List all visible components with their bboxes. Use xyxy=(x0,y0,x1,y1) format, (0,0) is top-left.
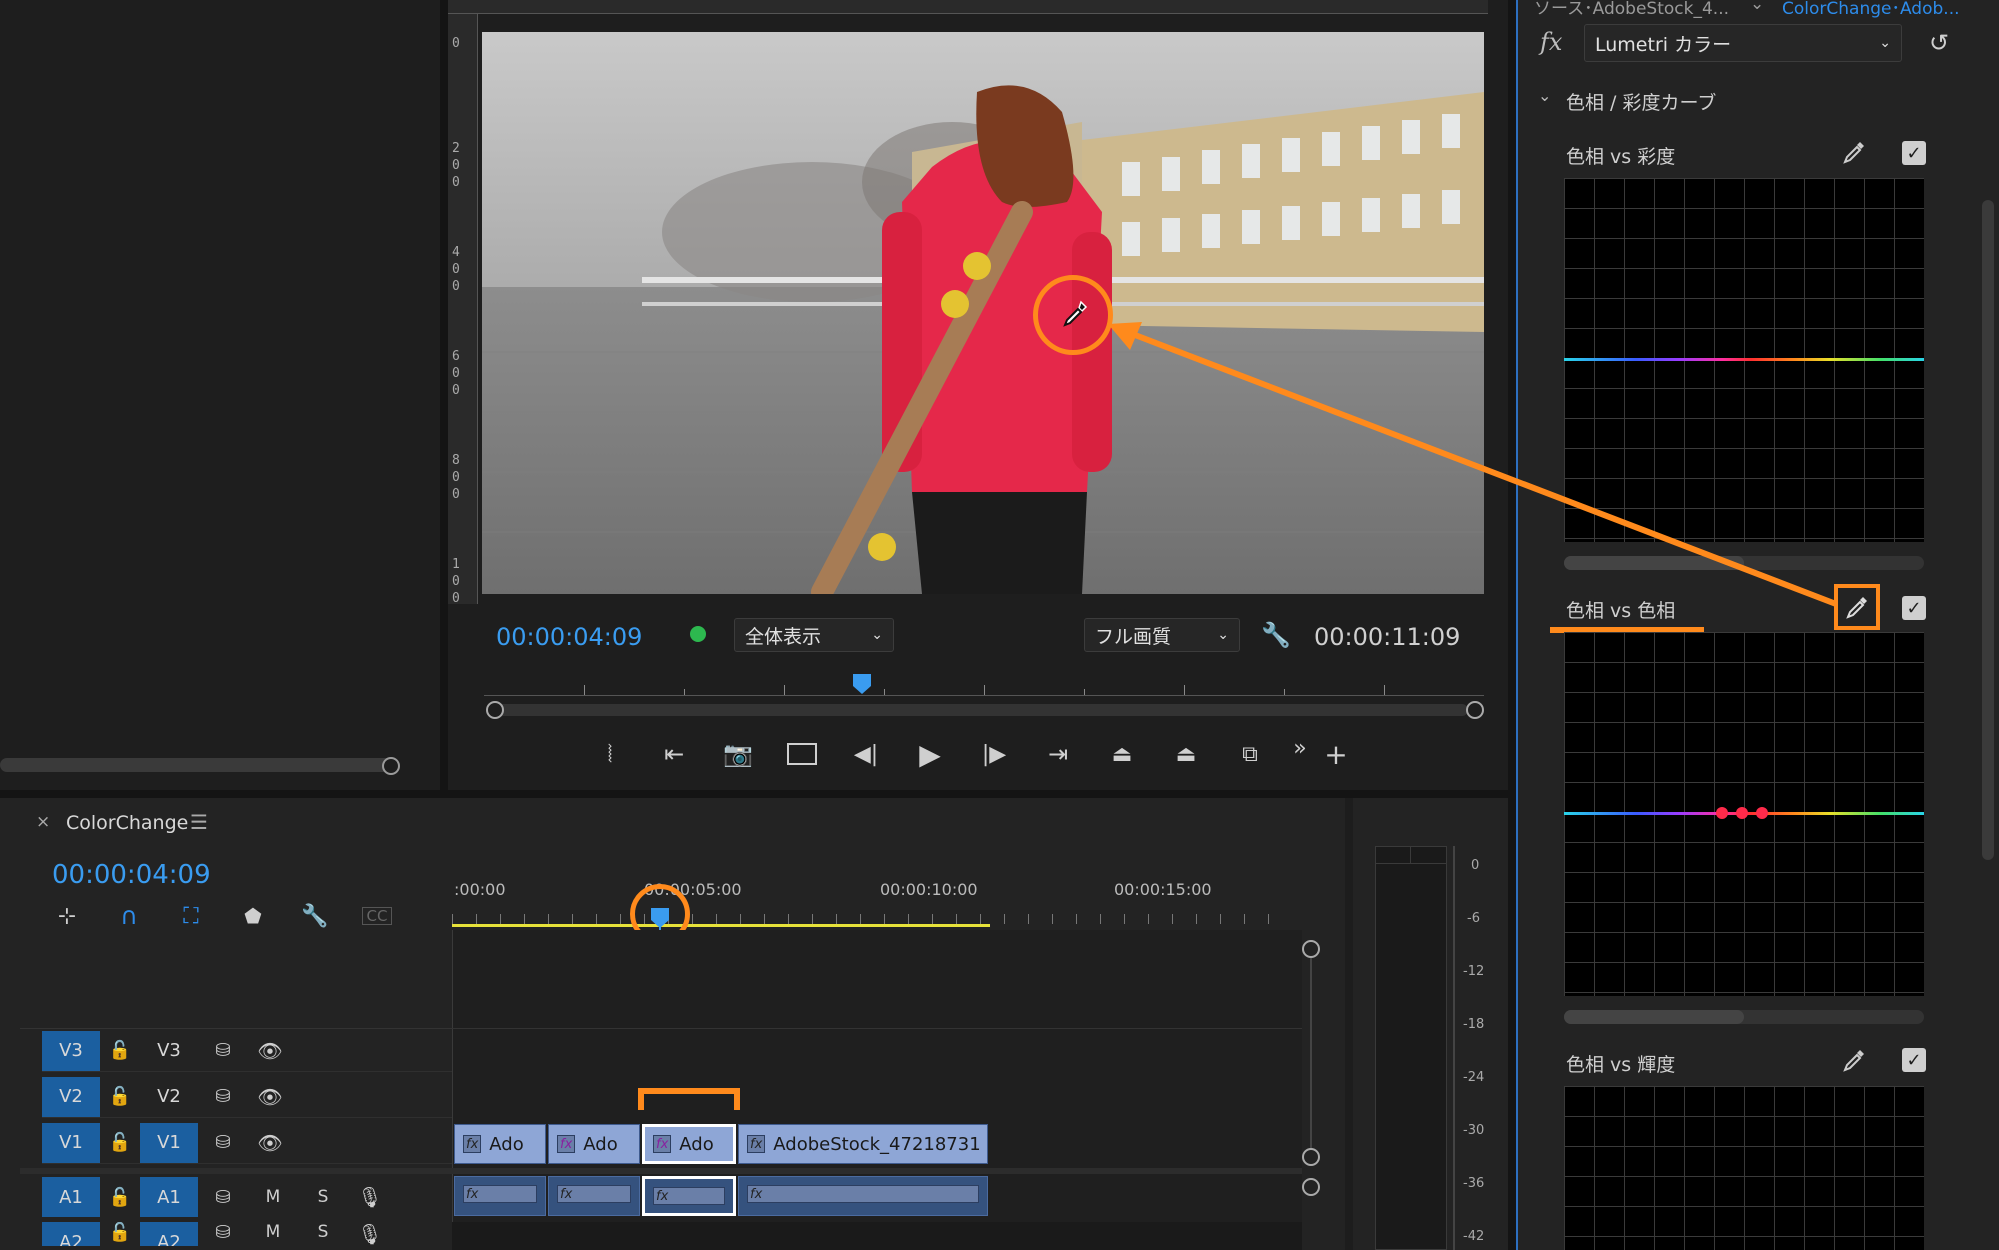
fx-badge-icon: fx xyxy=(557,1135,576,1153)
eye-icon[interactable]: 👁 xyxy=(248,1085,292,1109)
captions-icon[interactable]: CC xyxy=(362,907,392,925)
timeline-scroll-handle[interactable] xyxy=(1302,1148,1320,1166)
mute-button[interactable]: M xyxy=(248,1187,298,1207)
eye-icon[interactable]: 👁 xyxy=(248,1039,292,1063)
meter-scale-label: -12 xyxy=(1463,964,1485,979)
linked-selection-icon[interactable]: ⛶ xyxy=(176,904,206,929)
track-target-v2[interactable]: V2 xyxy=(140,1077,198,1117)
clip-label: Ado xyxy=(489,1133,524,1155)
fx-badge-icon: fx xyxy=(463,1185,537,1203)
clip-label: AdobeStock_47218731 xyxy=(773,1133,981,1155)
meter-scale-label: -30 xyxy=(1463,1123,1485,1138)
video-clip[interactable]: fx Ado xyxy=(548,1124,640,1164)
close-icon[interactable]: × xyxy=(36,812,50,832)
meter-scale-label: -6 xyxy=(1467,911,1480,926)
track-header-v2: V2 🔓 V2 ⛁ 👁 xyxy=(42,1076,452,1118)
track-header-v1: V1 🔓 V1 ⛁ 👁 xyxy=(42,1122,452,1164)
sync-lock-icon[interactable]: ⛁ xyxy=(198,1086,248,1107)
meter-scale-label: -18 xyxy=(1463,1017,1485,1032)
lock-icon[interactable]: 🔓 xyxy=(100,1086,140,1107)
track-header-a1: A1 🔓 A1 ⛁ M S 🎙 xyxy=(42,1176,452,1218)
lock-icon[interactable]: 🔓 xyxy=(100,1040,140,1061)
track-header-a2: A2 🔓 A2 ⛁ M S 🎙 xyxy=(42,1222,452,1246)
lock-icon[interactable]: 🔓 xyxy=(100,1222,140,1243)
source-patch-v2[interactable]: V2 xyxy=(42,1076,100,1117)
add-marker-icon[interactable]: ⬟ xyxy=(238,904,268,928)
sync-lock-icon[interactable]: ⛁ xyxy=(198,1187,248,1208)
fx-badge-icon: fx xyxy=(747,1185,979,1203)
lock-icon[interactable]: 🔓 xyxy=(100,1132,140,1153)
audio-clip-selected[interactable]: fx xyxy=(642,1176,736,1216)
source-patch-v1[interactable]: V1 xyxy=(42,1122,100,1163)
meter-scale-label: -36 xyxy=(1463,1176,1485,1191)
audio-clip[interactable]: fx xyxy=(548,1176,640,1216)
audio-clip[interactable]: fx xyxy=(454,1176,546,1216)
clip-label: Ado xyxy=(583,1133,618,1155)
track-header-v3: V3 🔓 V3 ⛁ 👁 xyxy=(42,1030,452,1072)
audio-meter-panel: 0 -6 -12 -18 -24 -30 -36 -42 xyxy=(1353,798,1508,1250)
fx-badge-icon: fx xyxy=(463,1135,482,1153)
eye-icon[interactable]: 👁 xyxy=(248,1131,292,1155)
microphone-icon[interactable]: 🎙 xyxy=(348,1222,392,1246)
fx-badge-icon: fx xyxy=(557,1185,631,1203)
solo-button[interactable]: S xyxy=(298,1222,348,1242)
fx-badge-icon: fx xyxy=(747,1135,766,1153)
timeline-scroll-handle[interactable] xyxy=(1302,940,1320,958)
settings-wrench-icon[interactable]: 🔧 xyxy=(300,904,330,929)
sync-lock-icon[interactable]: ⛁ xyxy=(198,1040,248,1061)
track-target-a1[interactable]: A1 xyxy=(140,1177,198,1217)
track-target-v3[interactable]: V3 xyxy=(140,1031,198,1071)
fx-badge-icon: fx xyxy=(653,1135,672,1153)
time-ruler[interactable]: :00:00 00:00:05:00 00:00:10:00 00:00:15:… xyxy=(452,878,1302,928)
track-target-a2[interactable]: A2 xyxy=(140,1222,198,1246)
lock-icon[interactable]: 🔓 xyxy=(100,1187,140,1208)
meter-scale-label: -42 xyxy=(1463,1229,1485,1244)
time-label: 00:00:10:00 xyxy=(880,880,978,899)
video-clip[interactable]: fx AdobeStock_47218731 xyxy=(738,1124,988,1164)
timeline-scroll-handle[interactable] xyxy=(1302,1178,1320,1196)
timeline-panel: × ColorChange ☰ 00:00:04:09 ⊹ ∩ ⛶ ⬟ 🔧 CC… xyxy=(0,798,1345,1250)
insert-nest-icon[interactable]: ⊹ xyxy=(52,904,82,929)
time-label: 00:00:15:00 xyxy=(1114,880,1212,899)
source-patch-a1[interactable]: A1 xyxy=(42,1177,100,1217)
clip-label: Ado xyxy=(679,1133,714,1155)
solo-button[interactable]: S xyxy=(298,1187,348,1207)
source-patch-v3[interactable]: V3 xyxy=(42,1030,100,1071)
audio-clip[interactable]: fx xyxy=(738,1176,988,1216)
meter-scale-label: -24 xyxy=(1463,1070,1485,1085)
sequence-tab[interactable]: ColorChange xyxy=(66,812,188,834)
video-clip[interactable]: fx Ado xyxy=(454,1124,546,1164)
meter-scale-label: 0 xyxy=(1471,858,1480,873)
timeline-current-time[interactable]: 00:00:04:09 xyxy=(52,860,211,890)
annotation-bracket xyxy=(638,1088,740,1110)
fx-badge-icon: fx xyxy=(653,1187,725,1205)
menu-icon[interactable]: ☰ xyxy=(190,810,208,834)
snap-magnet-icon[interactable]: ∩ xyxy=(114,902,144,930)
source-patch-a2[interactable]: A2 xyxy=(42,1222,100,1246)
video-clip-selected[interactable]: fx Ado xyxy=(642,1124,736,1164)
sync-lock-icon[interactable]: ⛁ xyxy=(198,1132,248,1153)
time-label: :00:00 xyxy=(454,880,506,899)
track-target-v1[interactable]: V1 xyxy=(140,1122,198,1163)
work-area-bar[interactable] xyxy=(452,924,990,927)
sync-lock-icon[interactable]: ⛁ xyxy=(198,1222,248,1243)
mute-button[interactable]: M xyxy=(248,1222,298,1242)
microphone-icon[interactable]: 🎙 xyxy=(348,1185,392,1209)
